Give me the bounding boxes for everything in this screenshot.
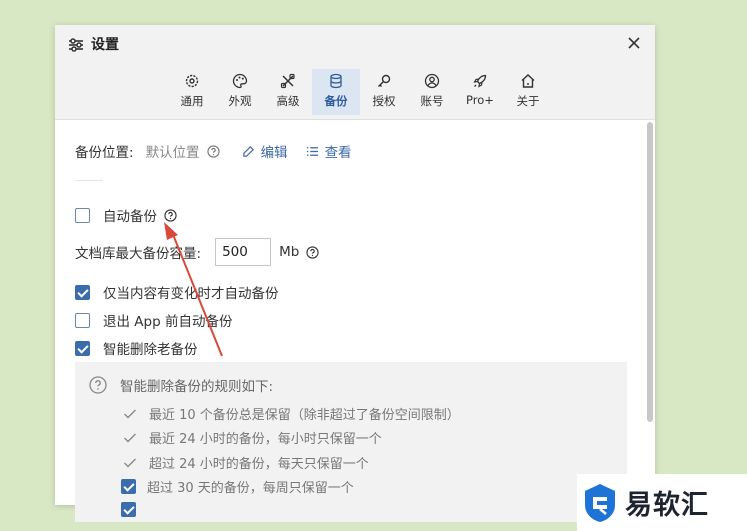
backup-location-row: 备份位置: 默认位置 编辑 查看 [75,141,352,161]
key-icon [378,74,391,87]
tab-general[interactable]: 通用 [168,69,216,115]
rule-item: 最近 10 个备份总是保留（除非超过了备份空间限制） [123,404,460,423]
backup-location-value: 默认位置 [145,145,200,161]
tab-advanced[interactable]: 高级 [264,69,312,115]
dialog-header: 设置 通用 外观 高级 备份 授权 账号 Pro+ 关于 [55,25,655,120]
max-capacity-row: 文档库最大备份容量: 500 Mb [75,238,319,266]
max-capacity-label: 文档库最大备份容量: [75,246,202,262]
max-capacity-unit: Mb [279,244,300,260]
rule-text: 最近 10 个备份总是保留（除非超过了备份空间限制） [149,408,460,423]
rule-item: 超过 30 天的备份，每周只保留一个 [121,477,354,496]
backup-before-exit-row[interactable]: 退出 App 前自动备份 [75,310,232,330]
rules-heading: 智能删除备份的规则如下: [120,379,274,395]
tab-label: 关于 [516,94,540,108]
check-icon [124,458,136,467]
smart-delete-rules-box: 智能删除备份的规则如下: 最近 10 个备份总是保留（除非超过了备份空间限制） … [75,362,627,522]
backup-before-exit-checkbox[interactable] [75,312,90,328]
edit-location-button[interactable]: 编辑 [242,141,288,161]
tab-label: 账号 [420,94,444,108]
tab-license[interactable]: 授权 [360,69,408,115]
help-icon[interactable] [306,245,319,259]
tab-label: 高级 [276,94,300,108]
brand-logo-icon [585,483,615,522]
backup-location-label: 备份位置: [75,145,134,161]
smart-delete-row[interactable]: 智能删除老备份 [75,338,198,358]
tab-label: Pro+ [466,93,494,107]
rules-heading-row: 智能删除备份的规则如下: [89,375,273,395]
check-icon [124,433,136,442]
close-icon[interactable] [625,34,643,52]
backup-before-exit-label: 退出 App 前自动备份 [103,314,233,330]
only-on-change-label: 仅当内容有变化时才自动备份 [103,286,279,302]
tab-account[interactable]: 账号 [408,69,456,115]
tools-icon [280,73,295,89]
edit-icon [242,145,254,157]
palette-icon [232,73,248,89]
rule-checkbox[interactable] [121,479,136,494]
help-icon[interactable] [206,144,220,158]
check-icon [124,409,136,418]
rule-text: 超过 24 小时的备份，每天只保留一个 [149,457,369,472]
max-capacity-input[interactable]: 500 [215,238,272,266]
rule-item-partial [121,502,149,517]
gear-icon [185,74,199,88]
auto-backup-checkbox[interactable] [75,207,90,223]
tab-label: 外观 [228,94,252,108]
rule-text: 超过 30 天的备份，每周只保留一个 [147,481,354,496]
dialog-title: 设置 [91,37,119,53]
database-icon [330,73,342,89]
tab-appearance[interactable]: 外观 [216,69,264,115]
rule-checkbox[interactable] [121,502,136,517]
scrollbar[interactable] [647,122,653,422]
edit-label: 编辑 [260,145,288,161]
auto-backup-label: 自动备份 [103,209,157,225]
rule-text: 最近 24 小时的备份，每小时只保留一个 [149,432,382,447]
smart-delete-checkbox[interactable] [75,340,90,356]
tab-label: 授权 [372,94,396,108]
tab-about[interactable]: 关于 [504,69,552,115]
divider [75,180,103,181]
watermark: 易软汇 [577,474,747,531]
smart-delete-label: 智能删除老备份 [103,342,198,358]
only-on-change-row[interactable]: 仅当内容有变化时才自动备份 [75,282,279,302]
rule-item: 超过 24 小时的备份，每天只保留一个 [123,453,369,472]
watermark-text: 易软汇 [625,490,709,521]
help-icon [89,376,107,394]
user-icon [424,73,440,89]
sliders-icon [69,38,83,52]
auto-backup-row[interactable]: 自动备份 [75,205,177,225]
tab-label: 备份 [324,94,348,108]
rocket-icon [473,74,487,88]
rule-item: 最近 24 小时的备份，每小时只保留一个 [123,428,382,447]
home-icon [521,74,535,88]
help-icon[interactable] [164,208,177,222]
tab-pro[interactable]: Pro+ [456,69,504,115]
tab-label: 通用 [180,94,204,108]
view-location-button[interactable]: 查看 [306,141,352,161]
list-icon [306,146,318,156]
settings-tabs: 通用 外观 高级 备份 授权 账号 Pro+ 关于 [168,69,552,115]
tab-backup[interactable]: 备份 [312,69,360,115]
view-label: 查看 [324,145,352,161]
only-on-change-checkbox[interactable] [75,284,90,300]
